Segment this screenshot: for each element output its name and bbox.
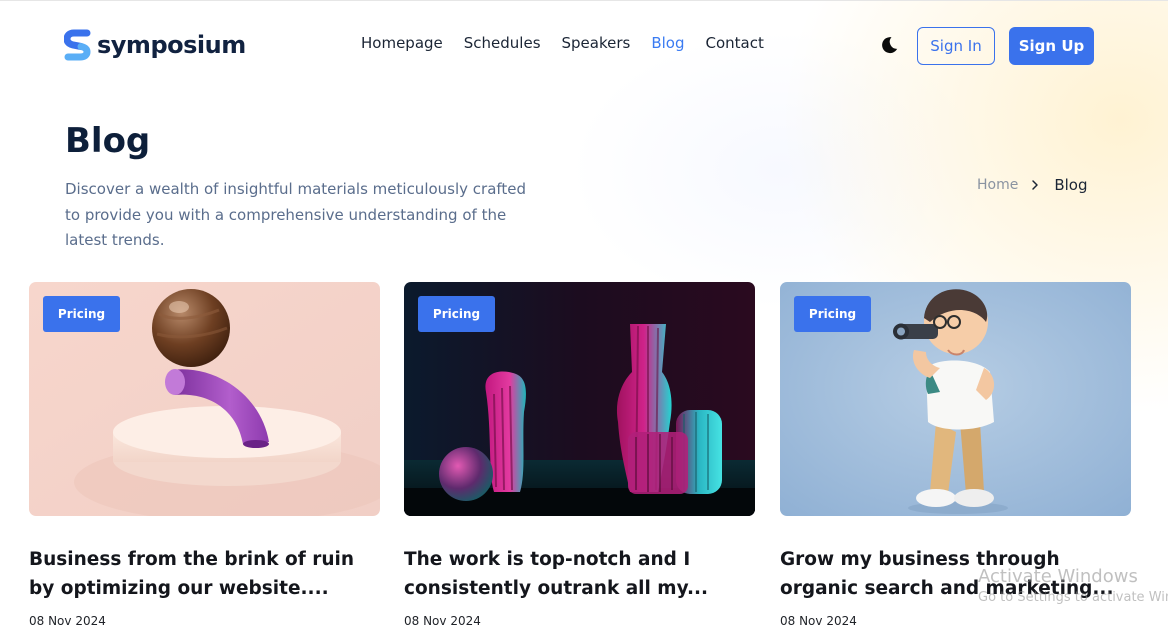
nav-schedules[interactable]: Schedules bbox=[464, 34, 541, 52]
category-tag[interactable]: Pricing bbox=[418, 296, 495, 332]
blog-card-title[interactable]: Business from the brink of ruin by optim… bbox=[29, 545, 374, 603]
logo-text: symposium bbox=[97, 31, 246, 59]
category-tag[interactable]: Pricing bbox=[43, 296, 120, 332]
blog-card-title[interactable]: Grow my business through organic search … bbox=[780, 545, 1125, 603]
blog-card-title[interactable]: The work is top-notch and I consistently… bbox=[404, 545, 749, 603]
blog-card-image[interactable]: Pricing bbox=[780, 282, 1131, 516]
nav-contact[interactable]: Contact bbox=[706, 34, 764, 52]
category-tag[interactable]: Pricing bbox=[794, 296, 871, 332]
blog-card-date: 08 Nov 2024 bbox=[780, 614, 857, 628]
nav-speakers[interactable]: Speakers bbox=[562, 34, 631, 52]
blog-card-image[interactable]: Pricing bbox=[404, 282, 755, 516]
site-header: symposium Homepage Schedules Speakers Bl… bbox=[0, 0, 1168, 90]
breadcrumb: Home Blog bbox=[977, 176, 1088, 194]
nav-homepage[interactable]: Homepage bbox=[361, 34, 443, 52]
breadcrumb-home-link[interactable]: Home bbox=[977, 177, 1018, 193]
breadcrumb-current: Blog bbox=[1054, 176, 1088, 194]
sign-up-button[interactable]: Sign Up bbox=[1009, 27, 1094, 65]
blog-card: Pricing The work is top-notch and I cons… bbox=[404, 282, 755, 628]
main-nav: Homepage Schedules Speakers Blog Contact bbox=[361, 34, 785, 52]
blog-card-date: 08 Nov 2024 bbox=[29, 614, 106, 628]
moon-icon bbox=[882, 37, 898, 54]
sign-in-button[interactable]: Sign In bbox=[917, 27, 995, 65]
page-title: Blog bbox=[65, 121, 151, 161]
chevron-right-icon bbox=[1032, 180, 1039, 190]
page-description: Discover a wealth of insightful material… bbox=[65, 180, 527, 249]
blog-card: Pricing Grow my business through organic… bbox=[780, 282, 1131, 628]
logo[interactable]: symposium bbox=[64, 28, 246, 62]
blog-card-image[interactable]: Pricing bbox=[29, 282, 380, 516]
symposium-logo-icon bbox=[64, 29, 91, 61]
theme-toggle[interactable] bbox=[878, 34, 900, 56]
nav-blog[interactable]: Blog bbox=[651, 34, 684, 52]
blog-card-date: 08 Nov 2024 bbox=[404, 614, 481, 628]
blog-card: Pricing Business from the brink of ruin … bbox=[29, 282, 380, 628]
